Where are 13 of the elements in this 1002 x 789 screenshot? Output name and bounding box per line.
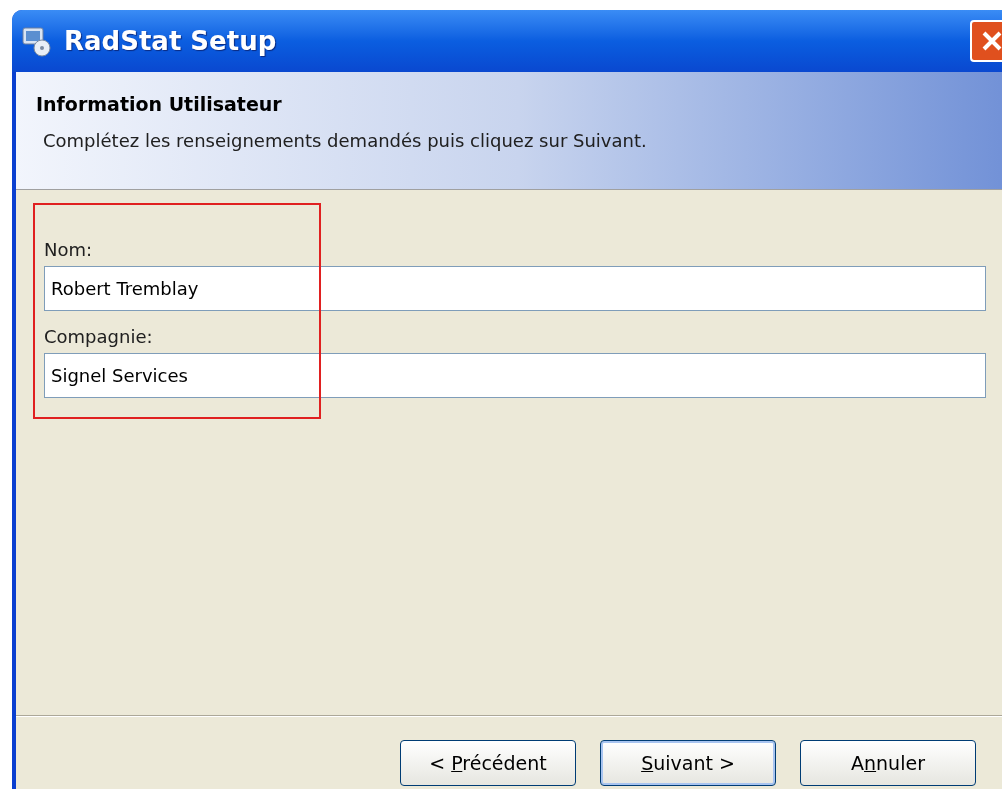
dialog-button[interactable]: Suivant >: [600, 740, 776, 786]
dialog-button[interactable]: < Précédent: [400, 740, 576, 786]
field-label: Compagnie:: [44, 325, 154, 349]
header-title: Information Utilisateur: [36, 92, 283, 117]
field-label: Nom:: [44, 238, 94, 262]
dialog-button[interactable]: Annuler: [800, 740, 976, 786]
text-field[interactable]: Signel Services: [44, 353, 986, 398]
computer-disc-icon: [20, 25, 52, 57]
window-title: RadStat Setup: [64, 24, 277, 58]
close-icon: [980, 29, 1002, 53]
close-button[interactable]: [970, 20, 1002, 62]
text-field[interactable]: Robert Tremblay: [44, 266, 986, 311]
header-subtitle: Complétez les renseignements demandés puis cliquez sur Suivant.: [43, 128, 648, 153]
